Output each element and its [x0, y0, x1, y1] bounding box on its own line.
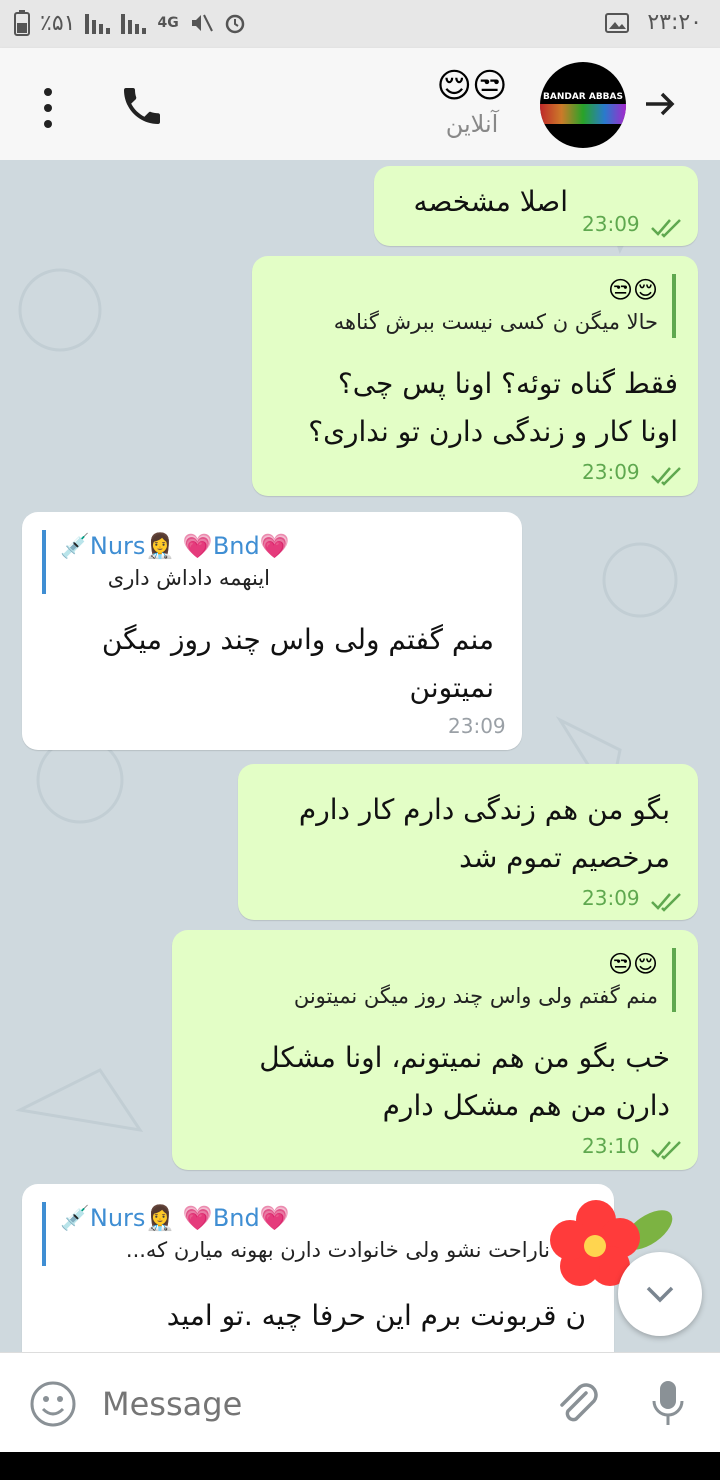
message-time: 23:10 [582, 1134, 640, 1158]
battery-text: ٪۵۱ [40, 10, 76, 36]
avatar-text: BANDAR ABBAS [543, 92, 623, 102]
message-bubble-outgoing[interactable]: اصلا مشخصه 23:09 [374, 166, 698, 246]
more-vertical-icon [44, 88, 52, 128]
attach-button[interactable] [552, 1379, 600, 1427]
smiley-icon [30, 1381, 76, 1427]
reply-author: 💉Nurs👩‍⚕️ 💗Bnd💗 [60, 532, 290, 560]
message-time: 23:09 [448, 714, 506, 738]
double-check-icon [651, 219, 681, 238]
image-icon [605, 12, 630, 33]
clock-text: ۲۳:۲۰ [647, 10, 702, 35]
message-time: 23:09 [582, 212, 640, 236]
chat-messages[interactable]: اصلا مشخصه 23:09 😌😒 حالا میگن ن کسی نیست… [0, 160, 720, 1352]
online-status: آنلاین [445, 110, 499, 138]
system-navigation-bar [0, 1452, 720, 1480]
message-text-line: نمیتونن [409, 671, 494, 704]
message-bubble-outgoing[interactable]: بگو من هم زندگی دارم کار دارم مرخصیم تمو… [238, 764, 698, 920]
message-bubble-outgoing[interactable]: 😌😒 حالا میگن ن کسی نیست ببرش گناهه فقط گ… [252, 256, 698, 496]
message-text-line: خب بگو من هم نمیتونم، اونا مشکل [259, 1041, 670, 1074]
message-text: اصلا مشخصه [413, 185, 568, 218]
avatar[interactable]: BANDAR ABBAS [540, 62, 626, 148]
call-button[interactable] [118, 82, 170, 134]
reply-text: ناراحت نشو ولی خانوادت دارن بهونه میارن … [125, 1238, 550, 1262]
phone-icon [124, 88, 160, 124]
reply-preview[interactable]: 💉Nurs👩‍⚕️ 💗Bnd💗 ناراحت نشو ولی خانوادت د… [42, 1202, 580, 1266]
double-check-icon [651, 1141, 681, 1160]
reply-preview[interactable]: 😌😒 منم گفتم ولی واس چند روز میگن نمیتونن [188, 948, 676, 1012]
chat-header: BANDAR ABBAS 😌😒 آنلاین [0, 48, 720, 160]
message-text-line: مرخصیم تموم شد [459, 841, 670, 874]
double-check-icon [651, 893, 681, 912]
message-text-line: دارن من هم مشکل دارم [382, 1089, 670, 1122]
reply-author: 💉Nurs👩‍⚕️ 💗Bnd💗 [60, 1204, 290, 1232]
chevron-down-icon [646, 1286, 674, 1303]
signal-icon [85, 14, 111, 34]
message-input-bar [0, 1352, 720, 1453]
message-text-line: فقط گناه توئه؟ اونا پس چی؟ [337, 367, 678, 400]
menu-button[interactable] [32, 84, 64, 132]
message-bubble-incoming[interactable]: 💉Nurs👩‍⚕️ 💗Bnd💗 اینهمه داداش داری منم گف… [22, 512, 522, 750]
double-check-icon [651, 467, 681, 486]
battery-icon [14, 10, 30, 36]
mute-icon [191, 14, 213, 32]
signal-icon-2 [121, 14, 147, 34]
reply-text: حالا میگن ن کسی نیست ببرش گناهه [333, 310, 658, 334]
paperclip-icon [560, 1383, 598, 1422]
reply-author: 😌😒 [607, 276, 658, 304]
arrow-right-icon [646, 92, 675, 116]
message-bubble-outgoing[interactable]: 😌😒 منم گفتم ولی واس چند روز میگن نمیتونن… [172, 930, 698, 1170]
scroll-down-button[interactable] [618, 1252, 702, 1336]
message-text-line: اونا کار و زندگی دارن تو نداری؟ [308, 415, 678, 448]
message-text-line: منم گفتم ولی واس چند روز میگن [101, 623, 494, 656]
message-time: 23:09 [582, 460, 640, 484]
message-text-line: ن قربونت برم این حرفا چیه .تو امید [166, 1299, 586, 1332]
reply-text: اینهمه داداش داری [107, 566, 270, 590]
reply-preview[interactable]: 💉Nurs👩‍⚕️ 💗Bnd💗 اینهمه داداش داری [42, 530, 500, 594]
chat-title[interactable]: 😌😒 [420, 64, 524, 108]
message-bubble-incoming[interactable]: 💉Nurs👩‍⚕️ 💗Bnd💗 ناراحت نشو ولی خانوادت د… [22, 1184, 614, 1352]
voice-record-button[interactable] [644, 1377, 692, 1429]
reply-author: 😌😒 [607, 950, 658, 978]
status-bar: ٪۵۱ 4G ۲۳:۲۰ [0, 0, 720, 48]
microphone-icon [652, 1381, 684, 1425]
message-time: 23:09 [582, 886, 640, 910]
alarm-icon [225, 14, 244, 34]
network-type: 4G [157, 15, 179, 31]
reply-text: منم گفتم ولی واس چند روز میگن نمیتونن [293, 984, 658, 1008]
back-button[interactable] [640, 84, 688, 132]
reply-preview[interactable]: 😌😒 حالا میگن ن کسی نیست ببرش گناهه [268, 274, 676, 338]
message-input[interactable] [100, 1377, 524, 1431]
emoji-button[interactable] [28, 1379, 78, 1429]
message-text-line: بگو من هم زندگی دارم کار دارم [298, 793, 670, 826]
